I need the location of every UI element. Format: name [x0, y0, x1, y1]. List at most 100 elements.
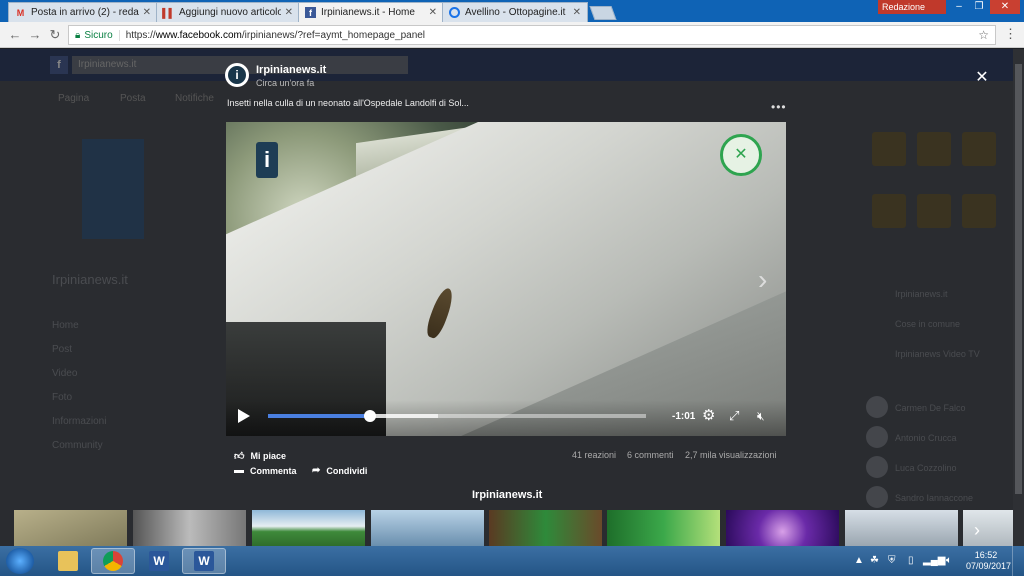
time-remaining: -1:01 — [672, 411, 696, 422]
windows-start-icon[interactable] — [6, 548, 34, 574]
reload-icon[interactable]: ↻ — [46, 26, 64, 44]
tab-wordpress[interactable]: ▌▌ Aggiungi nuovo articolo ✕ — [156, 2, 300, 22]
reactions-count[interactable]: 41 reazioni — [572, 450, 616, 460]
contact-name[interactable]: Sandro Iannaccone — [895, 493, 973, 503]
windows-taskbar: W W ▲ ☘ ⛨ ▯ ▂▄▆ 🔈︎ 16:52 07/09/2017 — [0, 546, 1024, 576]
restore-icon[interactable]: ❐ — [966, 0, 992, 14]
taskbar-word[interactable]: W — [137, 548, 181, 574]
post-actions: 👍︎ Mi piace ▬ Commenta ➦ Condividi 41 reazi… — [226, 448, 786, 482]
close-viewer-icon[interactable]: ✕ — [974, 70, 990, 86]
nav-tab-inbox[interactable]: Posta — [120, 93, 146, 104]
tab-close-icon[interactable]: ✕ — [143, 7, 151, 18]
profile-button[interactable]: Redazione — [878, 0, 946, 14]
tray-expand-icon[interactable]: ▲ — [854, 555, 864, 566]
folder-icon — [58, 551, 78, 571]
side-menu-photos[interactable]: Foto — [52, 392, 72, 403]
tab-close-icon[interactable]: ✕ — [573, 7, 581, 18]
page-scrollbar[interactable] — [1013, 49, 1024, 546]
game-icon[interactable] — [872, 194, 906, 228]
word-icon: W — [194, 551, 214, 571]
next-video-arrow-icon[interactable]: › — [758, 264, 767, 296]
bookmark-star-icon[interactable]: ☆ — [978, 28, 989, 42]
like-button[interactable]: 👍︎ Mi piace — [234, 450, 286, 462]
nav-tab-notifications[interactable]: Notifiche — [175, 93, 214, 104]
tray-device-icon[interactable]: ▯ — [908, 555, 914, 566]
play-icon[interactable] — [238, 409, 250, 423]
nav-tab-page[interactable]: Pagina — [58, 93, 89, 104]
tray-security-icon[interactable]: ⛨ — [888, 555, 896, 566]
taskbar-word[interactable]: W — [182, 548, 226, 574]
share-button[interactable]: ➦ Condividi — [312, 465, 367, 476]
share-label: Condividi — [326, 465, 368, 476]
avatar[interactable] — [866, 486, 888, 508]
right-item[interactable]: Cose in comune — [895, 319, 960, 329]
avatar[interactable]: i — [225, 63, 249, 87]
chrome-menu-icon[interactable]: ⋮ — [1004, 26, 1017, 42]
fullscreen-icon[interactable]: ⤢ — [729, 408, 739, 424]
avatar[interactable] — [866, 456, 888, 478]
volume-icon[interactable]: 🔈︎ — [946, 555, 952, 566]
video-thumbnail[interactable] — [607, 510, 720, 546]
facebook-logo-icon[interactable]: f — [50, 56, 68, 74]
avatar[interactable] — [866, 396, 888, 418]
window-close-icon[interactable]: ✕ — [990, 0, 1020, 14]
like-label: Mi piace — [250, 451, 286, 461]
tray-app-icon[interactable]: ☘ — [870, 555, 879, 566]
tab-facebook[interactable]: f Irpinianews.it - Home ✕ — [298, 2, 444, 22]
side-menu-home[interactable]: Home — [52, 320, 79, 331]
video-player[interactable]: i ✕ — [226, 122, 786, 436]
video-controls: -1:01 ⚙ ⤢ 🔇︎ — [226, 400, 786, 436]
more-options-icon[interactable]: ••• — [771, 100, 787, 114]
video-thumbnail[interactable] — [133, 510, 246, 546]
game-icon[interactable] — [872, 132, 906, 166]
tab-gmail[interactable]: M Posta in arrivo (2) - redaz ✕ — [8, 2, 158, 22]
video-progress-bar[interactable] — [268, 410, 646, 422]
video-strip-title: Irpinianews.it — [472, 489, 543, 501]
game-icon[interactable] — [917, 132, 951, 166]
settings-gear-icon[interactable]: ⚙ — [702, 408, 715, 424]
progress-handle[interactable] — [364, 410, 377, 422]
scrollbar-thumb[interactable] — [1015, 64, 1022, 494]
taskbar-clock[interactable]: 16:52 07/09/2017 — [966, 550, 1011, 572]
side-menu-info[interactable]: Informazioni — [52, 416, 106, 427]
avatar[interactable] — [866, 426, 888, 448]
forward-arrow-icon[interactable]: → — [26, 26, 44, 44]
show-desktop-button[interactable] — [1012, 546, 1024, 576]
video-thumbnail[interactable] — [963, 510, 1013, 546]
video-thumbnail[interactable] — [726, 510, 839, 546]
facebook-icon: f — [305, 7, 316, 18]
game-icon[interactable] — [917, 194, 951, 228]
game-icon[interactable] — [962, 132, 996, 166]
right-item[interactable]: Irpinianews Video TV — [895, 349, 980, 359]
side-menu-community[interactable]: Community — [52, 440, 103, 451]
contact-name[interactable]: Carmen De Falco — [895, 403, 966, 413]
video-thumbnail[interactable] — [845, 510, 958, 546]
video-thumbnail[interactable] — [489, 510, 602, 546]
comments-count[interactable]: 6 commenti — [627, 450, 674, 460]
new-tab-button[interactable] — [589, 6, 617, 20]
back-arrow-icon[interactable]: ← — [6, 26, 24, 44]
taskbar-explorer[interactable] — [46, 548, 90, 574]
viewer-page-name[interactable]: Irpinianews.it — [256, 64, 326, 76]
right-item[interactable]: Irpinianews.it — [895, 289, 948, 299]
mute-icon[interactable]: 🔇︎ — [757, 408, 765, 424]
url-field[interactable]: 🔒︎ Sicuro https://www.facebook.com/irpin… — [68, 25, 996, 45]
contact-name[interactable]: Luca Cozzolino — [895, 463, 957, 473]
tab-close-icon[interactable]: ✕ — [429, 7, 437, 18]
video-thumbnail[interactable] — [371, 510, 484, 546]
side-menu-posts[interactable]: Post — [52, 344, 72, 355]
tab-close-icon[interactable]: ✕ — [285, 7, 293, 18]
video-thumbnail[interactable] — [252, 510, 365, 546]
video-thumbnail[interactable] — [14, 510, 127, 546]
taskbar-chrome[interactable] — [91, 548, 135, 574]
contact-name[interactable]: Antonio Crucca — [895, 433, 957, 443]
strip-next-arrow-icon[interactable]: › — [974, 520, 980, 541]
irpinianews-watermark-icon: i — [256, 142, 278, 178]
tab-ottopagine[interactable]: Avellino - Ottopagine.it ✕ — [442, 2, 588, 22]
post-timestamp[interactable]: Circa un'ora fa — [256, 78, 314, 88]
comment-button[interactable]: ▬ Commenta — [234, 465, 297, 476]
game-icon[interactable] — [962, 194, 996, 228]
network-signal-icon[interactable]: ▂▄▆ — [923, 555, 945, 566]
side-menu-videos[interactable]: Video — [52, 368, 77, 379]
page-profile-picture[interactable] — [82, 139, 144, 239]
